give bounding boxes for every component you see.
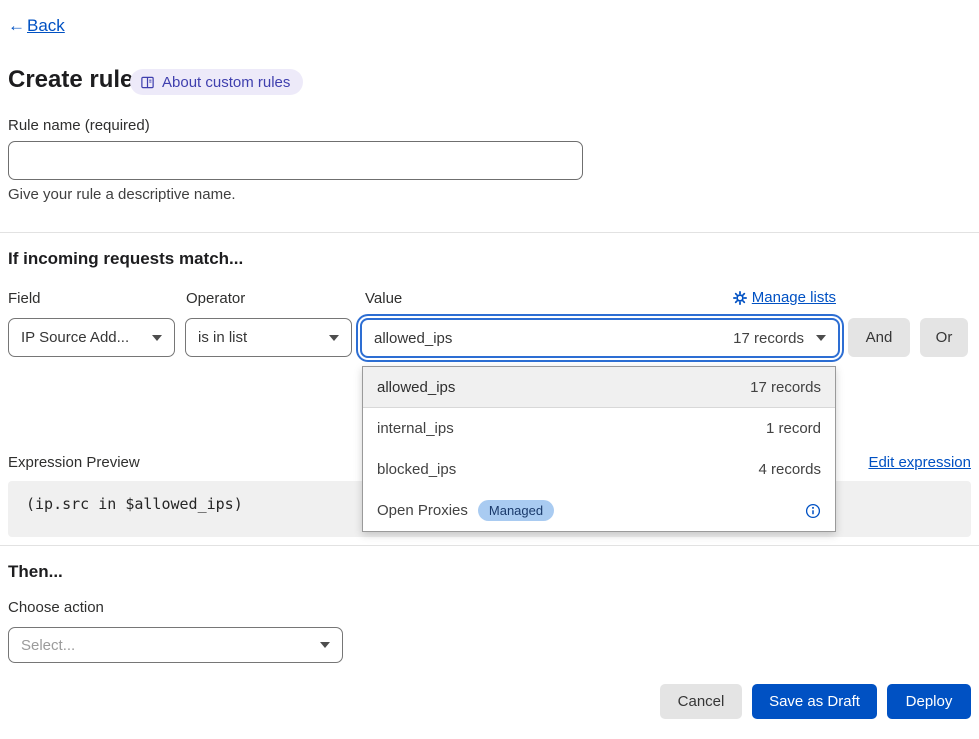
value-select[interactable]: allowed_ips 17 records (360, 318, 840, 358)
back-link-label: Back (27, 16, 65, 36)
field-select[interactable]: IP Source Add... (8, 318, 175, 357)
then-section-heading: Then... (8, 562, 63, 582)
back-link[interactable]: ← Back (8, 16, 65, 36)
deploy-button[interactable]: Deploy (887, 684, 971, 719)
list-option-record-count: 17 records (750, 379, 821, 396)
value-select-value: allowed_ips (374, 330, 452, 347)
page-title: Create rule (8, 66, 133, 94)
rule-name-input[interactable] (8, 141, 583, 180)
list-option-name: internal_ips (377, 420, 454, 437)
chevron-down-icon (152, 335, 162, 341)
action-select[interactable]: Select... (8, 627, 343, 663)
about-custom-rules-link[interactable]: About custom rules (130, 69, 303, 95)
operator-select[interactable]: is in list (185, 318, 352, 357)
section-divider (0, 545, 979, 546)
save-as-draft-button[interactable]: Save as Draft (752, 684, 877, 719)
edit-expression-link[interactable]: Edit expression (868, 454, 971, 471)
managed-badge: Managed (478, 500, 554, 521)
manage-lists-link[interactable]: Manage lists (733, 289, 836, 306)
list-dropdown-menu: allowed_ips 17 records internal_ips 1 re… (362, 366, 836, 532)
list-option-allowed-ips[interactable]: allowed_ips 17 records (363, 367, 835, 408)
create-rule-page: ← Back Create rule About custom rules Ru… (0, 0, 979, 739)
chevron-down-icon (816, 335, 826, 341)
cancel-button[interactable]: Cancel (660, 684, 742, 719)
expression-code: (ip.src in $allowed_ips) (26, 495, 243, 513)
list-option-internal-ips[interactable]: internal_ips 1 record (363, 408, 835, 449)
book-icon (140, 75, 155, 90)
value-select-record-count: 17 records (733, 330, 816, 347)
list-option-open-proxies[interactable]: Open Proxies Managed (363, 490, 835, 531)
info-icon[interactable] (805, 503, 821, 519)
operator-label: Operator (186, 290, 245, 307)
list-option-record-count: 4 records (758, 461, 821, 478)
gear-icon (733, 291, 747, 305)
manage-lists-label: Manage lists (752, 289, 836, 306)
expression-preview-label: Expression Preview (8, 454, 140, 471)
list-option-blocked-ips[interactable]: blocked_ips 4 records (363, 449, 835, 490)
back-arrow-icon: ← (8, 16, 25, 36)
field-label: Field (8, 290, 41, 307)
rule-name-label: Rule name (required) (8, 117, 150, 134)
section-divider (0, 232, 979, 233)
chevron-down-icon (320, 642, 330, 648)
chevron-down-icon (329, 335, 339, 341)
about-custom-rules-label: About custom rules (162, 74, 290, 91)
value-label: Value (365, 290, 402, 307)
list-option-name: Open Proxies (377, 502, 468, 519)
action-select-placeholder: Select... (21, 637, 75, 654)
list-option-record-count: 1 record (766, 420, 821, 437)
rule-name-helper-text: Give your rule a descriptive name. (8, 186, 236, 203)
match-section-heading: If incoming requests match... (8, 249, 243, 269)
operator-select-value: is in list (198, 329, 247, 346)
field-select-value: IP Source Add... (21, 329, 129, 346)
choose-action-label: Choose action (8, 599, 104, 616)
and-button[interactable]: And (848, 318, 910, 357)
list-option-name: blocked_ips (377, 461, 456, 478)
list-option-name: allowed_ips (377, 379, 455, 396)
or-button[interactable]: Or (920, 318, 968, 357)
